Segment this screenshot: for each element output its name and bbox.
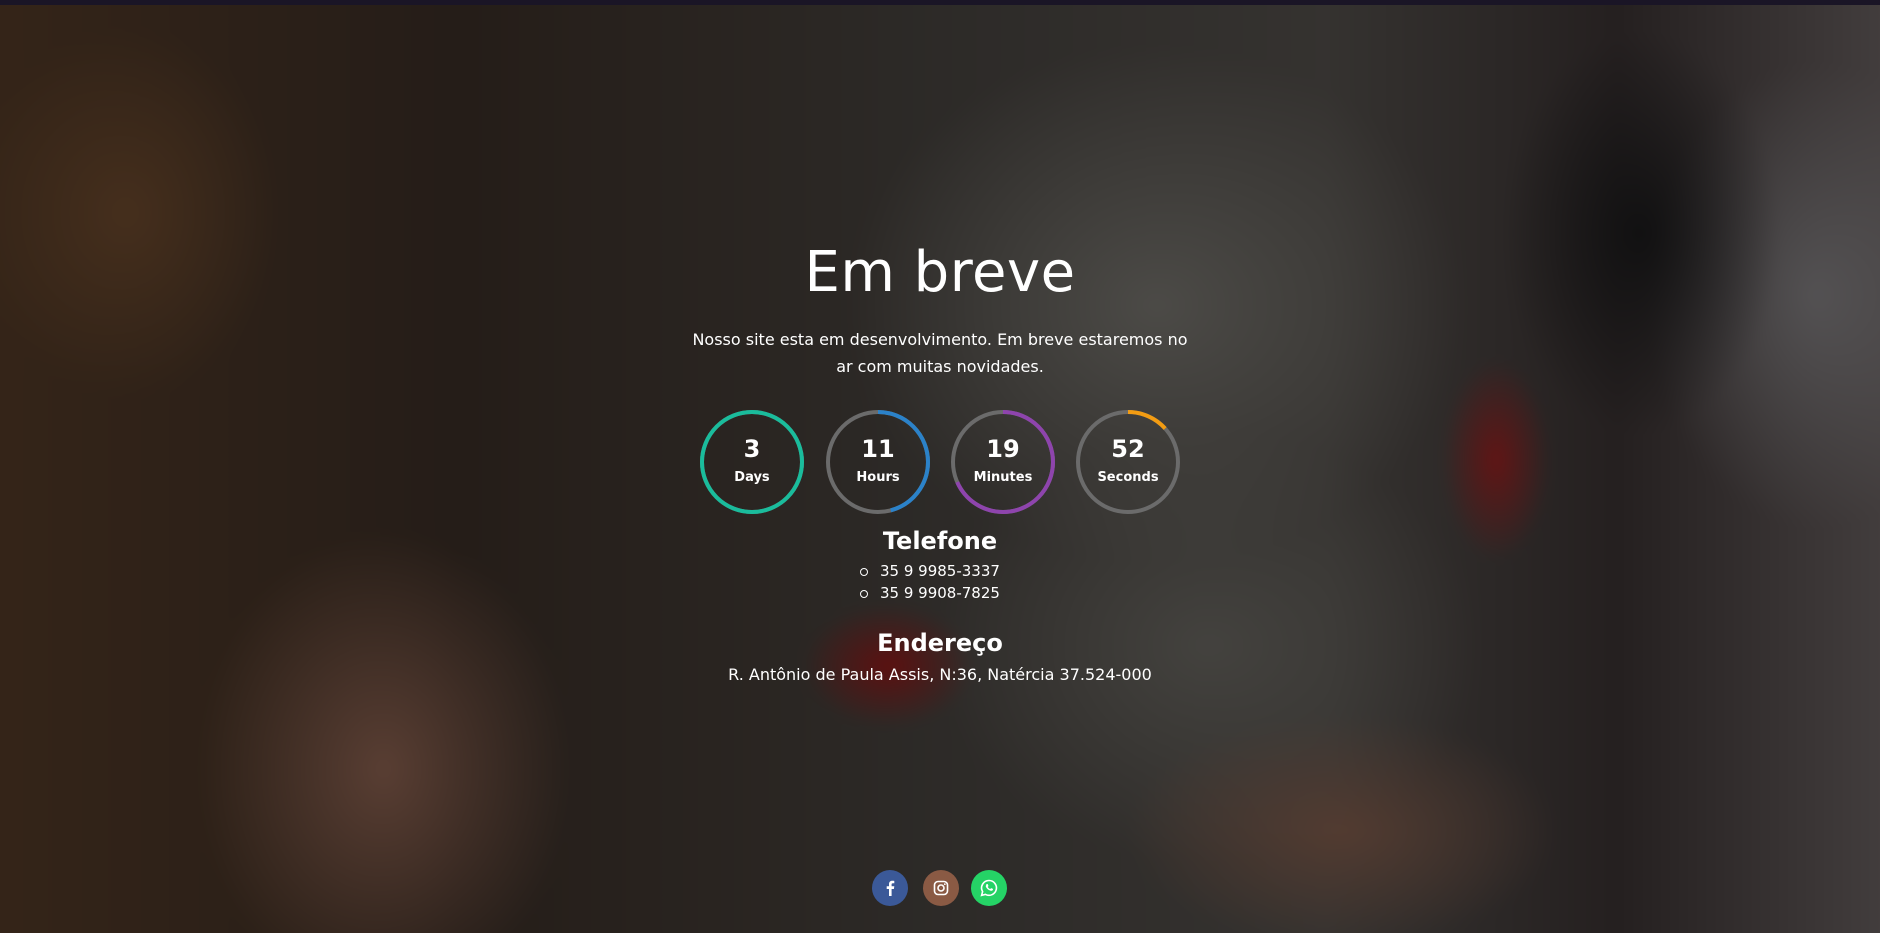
whatsapp-icon [980, 879, 998, 897]
countdown-minutes-label: Minutes [973, 470, 1033, 485]
phone-list: 35 9 9985-3337 35 9 9908-7825 [860, 560, 1000, 604]
phone-item[interactable]: 35 9 9908-7825 [860, 582, 1000, 604]
phone-number: 35 9 9985-3337 [880, 562, 1000, 580]
address-heading: Endereço [877, 629, 1003, 657]
countdown-hours: 11 Hours [824, 408, 932, 516]
countdown-seconds: 52 Seconds [1074, 408, 1182, 516]
phone-heading: Telefone [882, 527, 998, 555]
countdown-timer: 3 Days 11 Hours 19 Minutes 52 Seconds [698, 408, 1188, 518]
bullet-icon [860, 590, 868, 598]
top-bar [0, 0, 1880, 5]
whatsapp-button[interactable] [971, 870, 1007, 906]
countdown-hours-value: 11 [861, 435, 895, 463]
instagram-button[interactable] [923, 870, 959, 906]
countdown-minutes-value: 19 [986, 435, 1020, 463]
facebook-icon [886, 880, 895, 896]
countdown-days-value: 3 [743, 435, 761, 463]
countdown-days-label: Days [734, 470, 770, 485]
countdown-seconds-label: Seconds [1097, 470, 1159, 485]
phone-item[interactable]: 35 9 9985-3337 [860, 560, 1000, 582]
address-text: R. Antônio de Paula Assis, N:36, Natérci… [728, 665, 1152, 684]
bullet-icon [860, 568, 868, 576]
main-content: Em breve Nosso site esta em desenvolvime… [0, 0, 1880, 933]
instagram-icon [933, 880, 949, 896]
page-title: Em breve [804, 240, 1076, 305]
phone-number: 35 9 9908-7825 [880, 584, 1000, 602]
facebook-button[interactable] [872, 870, 908, 906]
countdown-days: 3 Days [698, 408, 806, 516]
page-subtitle: Nosso site esta em desenvolvimento. Em b… [692, 330, 1188, 376]
countdown-hours-label: Hours [856, 470, 900, 485]
coming-soon-page: Em breve Nosso site esta em desenvolvime… [0, 0, 1880, 933]
countdown-minutes: 19 Minutes [949, 408, 1057, 516]
countdown-seconds-value: 52 [1111, 435, 1145, 463]
